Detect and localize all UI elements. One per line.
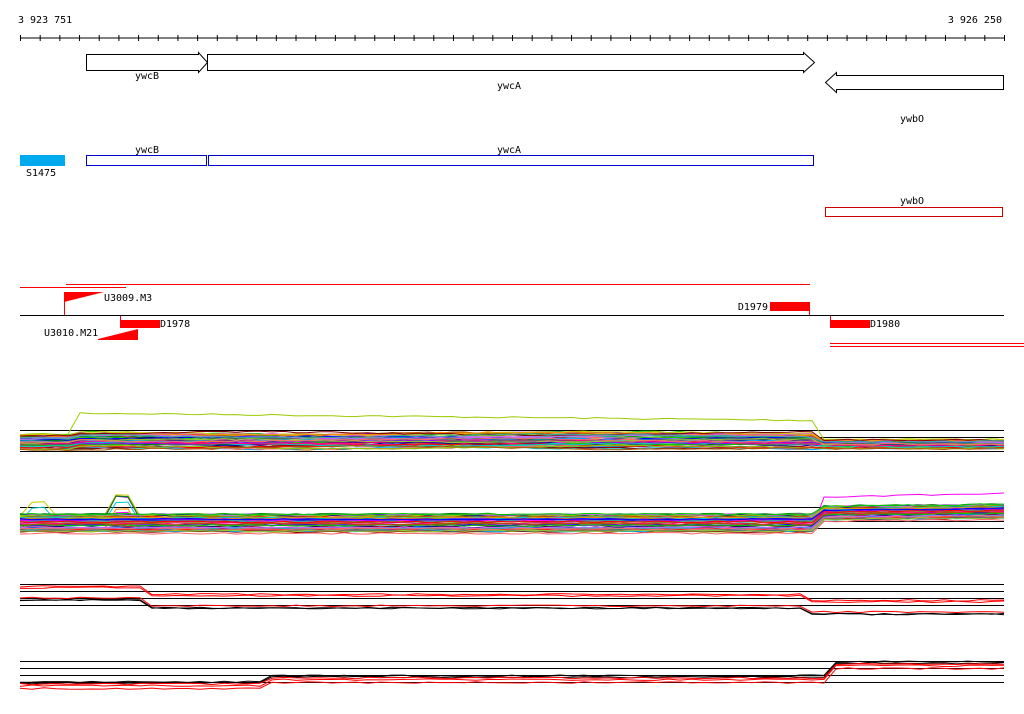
gene-label-ywca: ywcA (497, 81, 521, 92)
ruler-end-label: 3 926 250 (948, 15, 1002, 26)
transcribed-gene-ywca[interactable] (208, 155, 814, 166)
downshift-d1979[interactable]: D1979 (738, 302, 810, 315)
transcribed-gene-label-ywcb: ywcB (135, 145, 159, 156)
transcribed-gene-ywcb[interactable] (86, 155, 207, 166)
expression-panel-forward-conditions (19, 412, 1005, 452)
ruler-start-label: 3 923 751 (18, 15, 72, 26)
gene-label-ywbo: ywbO (900, 114, 924, 125)
upshift-label-u3010: U3010.M21 (44, 328, 98, 339)
gene-arrow-ywbo[interactable]: ywbO (824, 71, 1004, 126)
gene-label-ywcb: ywcB (135, 71, 159, 82)
downshift-d1978[interactable]: D1978 (120, 316, 190, 330)
gene-track: ywcB ywcA ywbO (86, 51, 1004, 126)
downshift-label-d1980: D1980 (870, 319, 900, 330)
expression-profile-line (19, 596, 1005, 614)
sigma-site-label: S1475 (26, 168, 56, 179)
downshift-label-d1978: D1978 (160, 319, 190, 330)
upshift-label-u3009: U3009.M3 (104, 293, 152, 304)
downshift-label-d1979: D1979 (738, 302, 768, 313)
transcribed-gene-ywbo[interactable] (825, 207, 1003, 217)
expression-panel-forward-summary (19, 584, 1005, 616)
upshift-u3009[interactable]: U3009.M3 (64, 292, 152, 315)
coordinate-ruler: 3 923 751 3 926 250 (18, 15, 1005, 41)
transcribed-gene-label-ywbo: ywbO (900, 196, 924, 207)
genome-browser-view: 3 923 751 3 926 250 ywcB ywcA ywbO S1475… (18, 15, 1024, 690)
gene-arrow-ywca[interactable]: ywcA (207, 51, 816, 93)
gene-arrow-ywcb[interactable]: ywcB (86, 51, 209, 83)
downshift-d1980[interactable]: D1980 (830, 316, 900, 330)
transcribed-gene-label-ywca: ywcA (497, 145, 521, 156)
shift-track: U3009.M3 D1979 D1978 U3010.M21 D1980 (20, 284, 1024, 347)
transcript-track: S1475 ywcB ywcA ywbO (20, 145, 1003, 217)
sigma-site-s1475[interactable] (20, 155, 65, 166)
expression-panel-reverse-summary (19, 660, 1005, 690)
upshift-u3010[interactable]: U3010.M21 (44, 328, 138, 340)
expression-panel-reverse-conditions (19, 492, 1005, 535)
